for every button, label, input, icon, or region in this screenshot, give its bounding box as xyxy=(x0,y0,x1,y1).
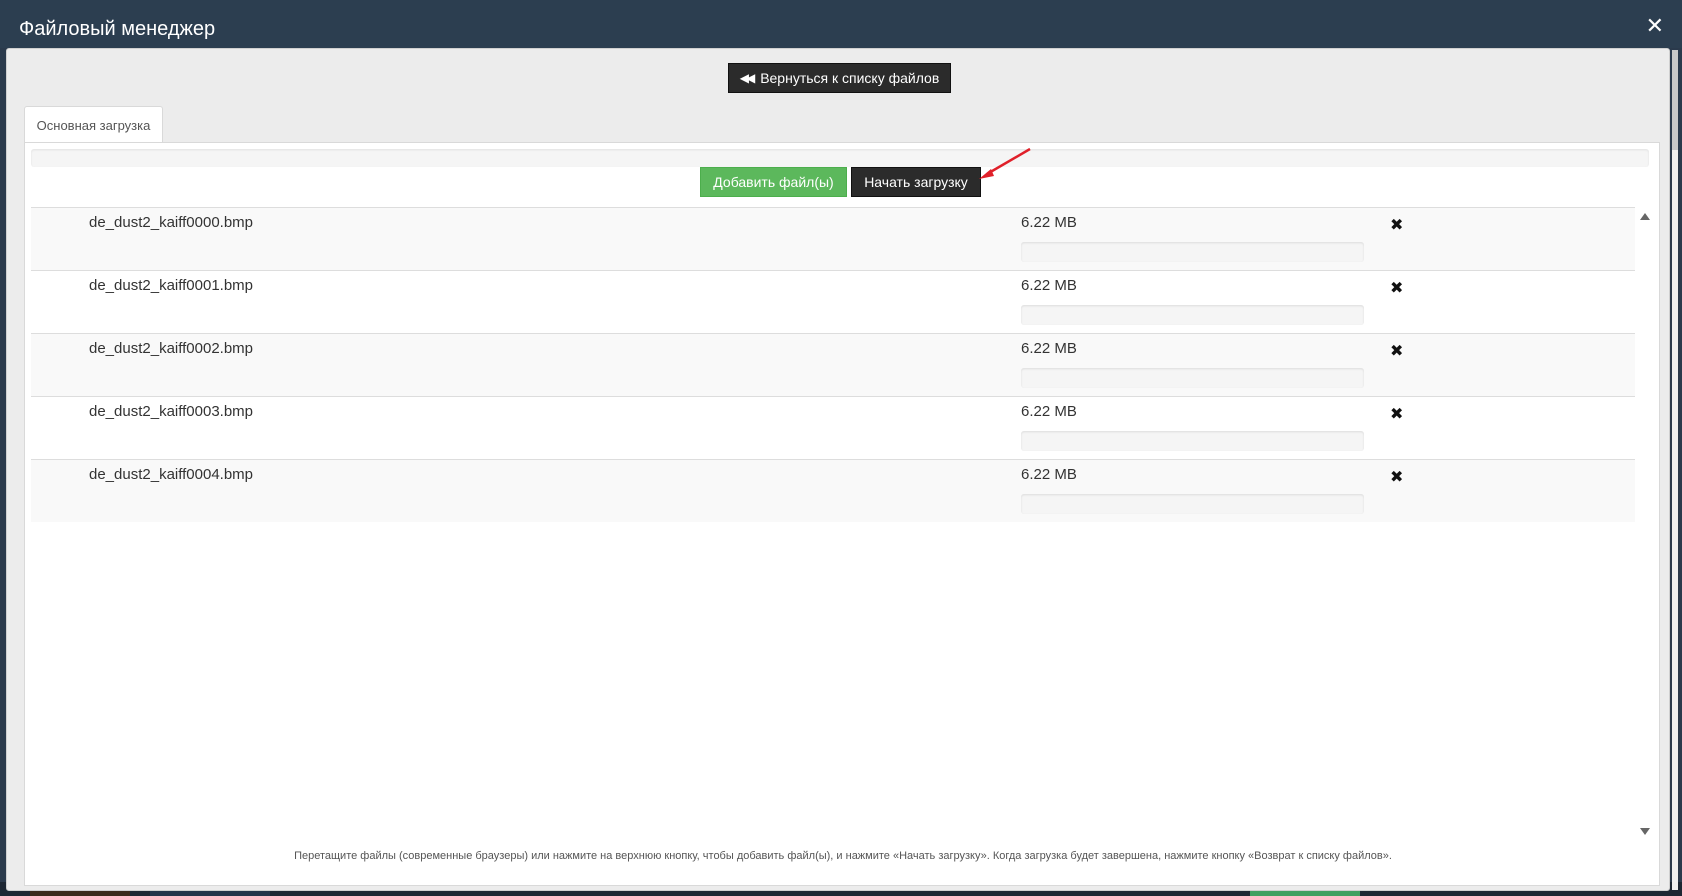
file-progress-bar xyxy=(1021,305,1364,325)
file-size: 6.22 MB xyxy=(1021,214,1077,231)
file-progress-bar xyxy=(1021,242,1364,262)
list-scrollbar[interactable] xyxy=(1636,207,1654,839)
scroll-down-icon[interactable] xyxy=(1640,828,1650,835)
file-size: 6.22 MB xyxy=(1021,277,1077,294)
file-size: 6.22 MB xyxy=(1021,340,1077,357)
remove-icon[interactable]: ✖ xyxy=(1390,470,1403,486)
tab-main-upload[interactable]: Основная загрузка xyxy=(24,106,163,143)
table-row: de_dust2_kaiff0004.bmp 6.22 MB ✖ xyxy=(31,459,1635,522)
file-name: de_dust2_kaiff0001.bmp xyxy=(89,277,254,294)
file-name: de_dust2_kaiff0002.bmp xyxy=(89,340,254,357)
add-files-button[interactable]: Добавить файл(ы) xyxy=(700,167,847,197)
file-list: de_dust2_kaiff0000.bmp 6.22 MB ✖ de_dust2_k… xyxy=(31,207,1635,812)
file-name: de_dust2_kaiff0000.bmp xyxy=(89,214,254,231)
total-progress-bar xyxy=(31,149,1649,167)
table-row: de_dust2_kaiff0001.bmp 6.22 MB ✖ xyxy=(31,270,1635,333)
modal-title: Файловый менеджер xyxy=(19,18,216,40)
modal-titlebar: Файловый менеджер ✕ xyxy=(0,0,1682,48)
start-upload-button[interactable]: Начать загрузку xyxy=(851,167,981,197)
back-to-file-list-button[interactable]: ◀◀ Вернуться к списку файлов xyxy=(728,63,951,93)
remove-icon[interactable]: ✖ xyxy=(1390,218,1403,234)
tab-label: Основная загрузка xyxy=(36,117,151,133)
remove-icon[interactable]: ✖ xyxy=(1390,281,1403,297)
page-scrollbar[interactable] xyxy=(1672,50,1678,890)
upload-hint: Перетащите файлы (современные браузеры) … xyxy=(294,850,1392,862)
file-progress-bar xyxy=(1021,494,1364,514)
scroll-up-icon[interactable] xyxy=(1640,213,1650,220)
file-name: de_dust2_kaiff0004.bmp xyxy=(89,466,254,483)
table-row: de_dust2_kaiff0002.bmp 6.22 MB ✖ xyxy=(31,333,1635,396)
upload-panel: Добавить файл(ы) Начать загрузку de_dust… xyxy=(24,142,1660,886)
back-button-label: Вернуться к списку файлов xyxy=(760,70,940,86)
file-name: de_dust2_kaiff0003.bmp xyxy=(89,403,254,420)
file-progress-bar xyxy=(1021,368,1364,388)
file-size: 6.22 MB xyxy=(1021,466,1077,483)
remove-icon[interactable]: ✖ xyxy=(1390,407,1403,423)
file-size: 6.22 MB xyxy=(1021,403,1077,420)
close-icon[interactable]: ✕ xyxy=(1646,15,1664,37)
table-row: de_dust2_kaiff0003.bmp 6.22 MB ✖ xyxy=(31,396,1635,459)
double-chevron-left-icon: ◀◀ xyxy=(739,71,756,85)
table-row: de_dust2_kaiff0000.bmp 6.22 MB ✖ xyxy=(31,207,1635,270)
file-progress-bar xyxy=(1021,431,1364,451)
remove-icon[interactable]: ✖ xyxy=(1390,344,1403,360)
red-arrow-icon xyxy=(979,147,1031,179)
file-manager-window: ◀◀ Вернуться к списку файлов Основная за… xyxy=(6,48,1670,891)
